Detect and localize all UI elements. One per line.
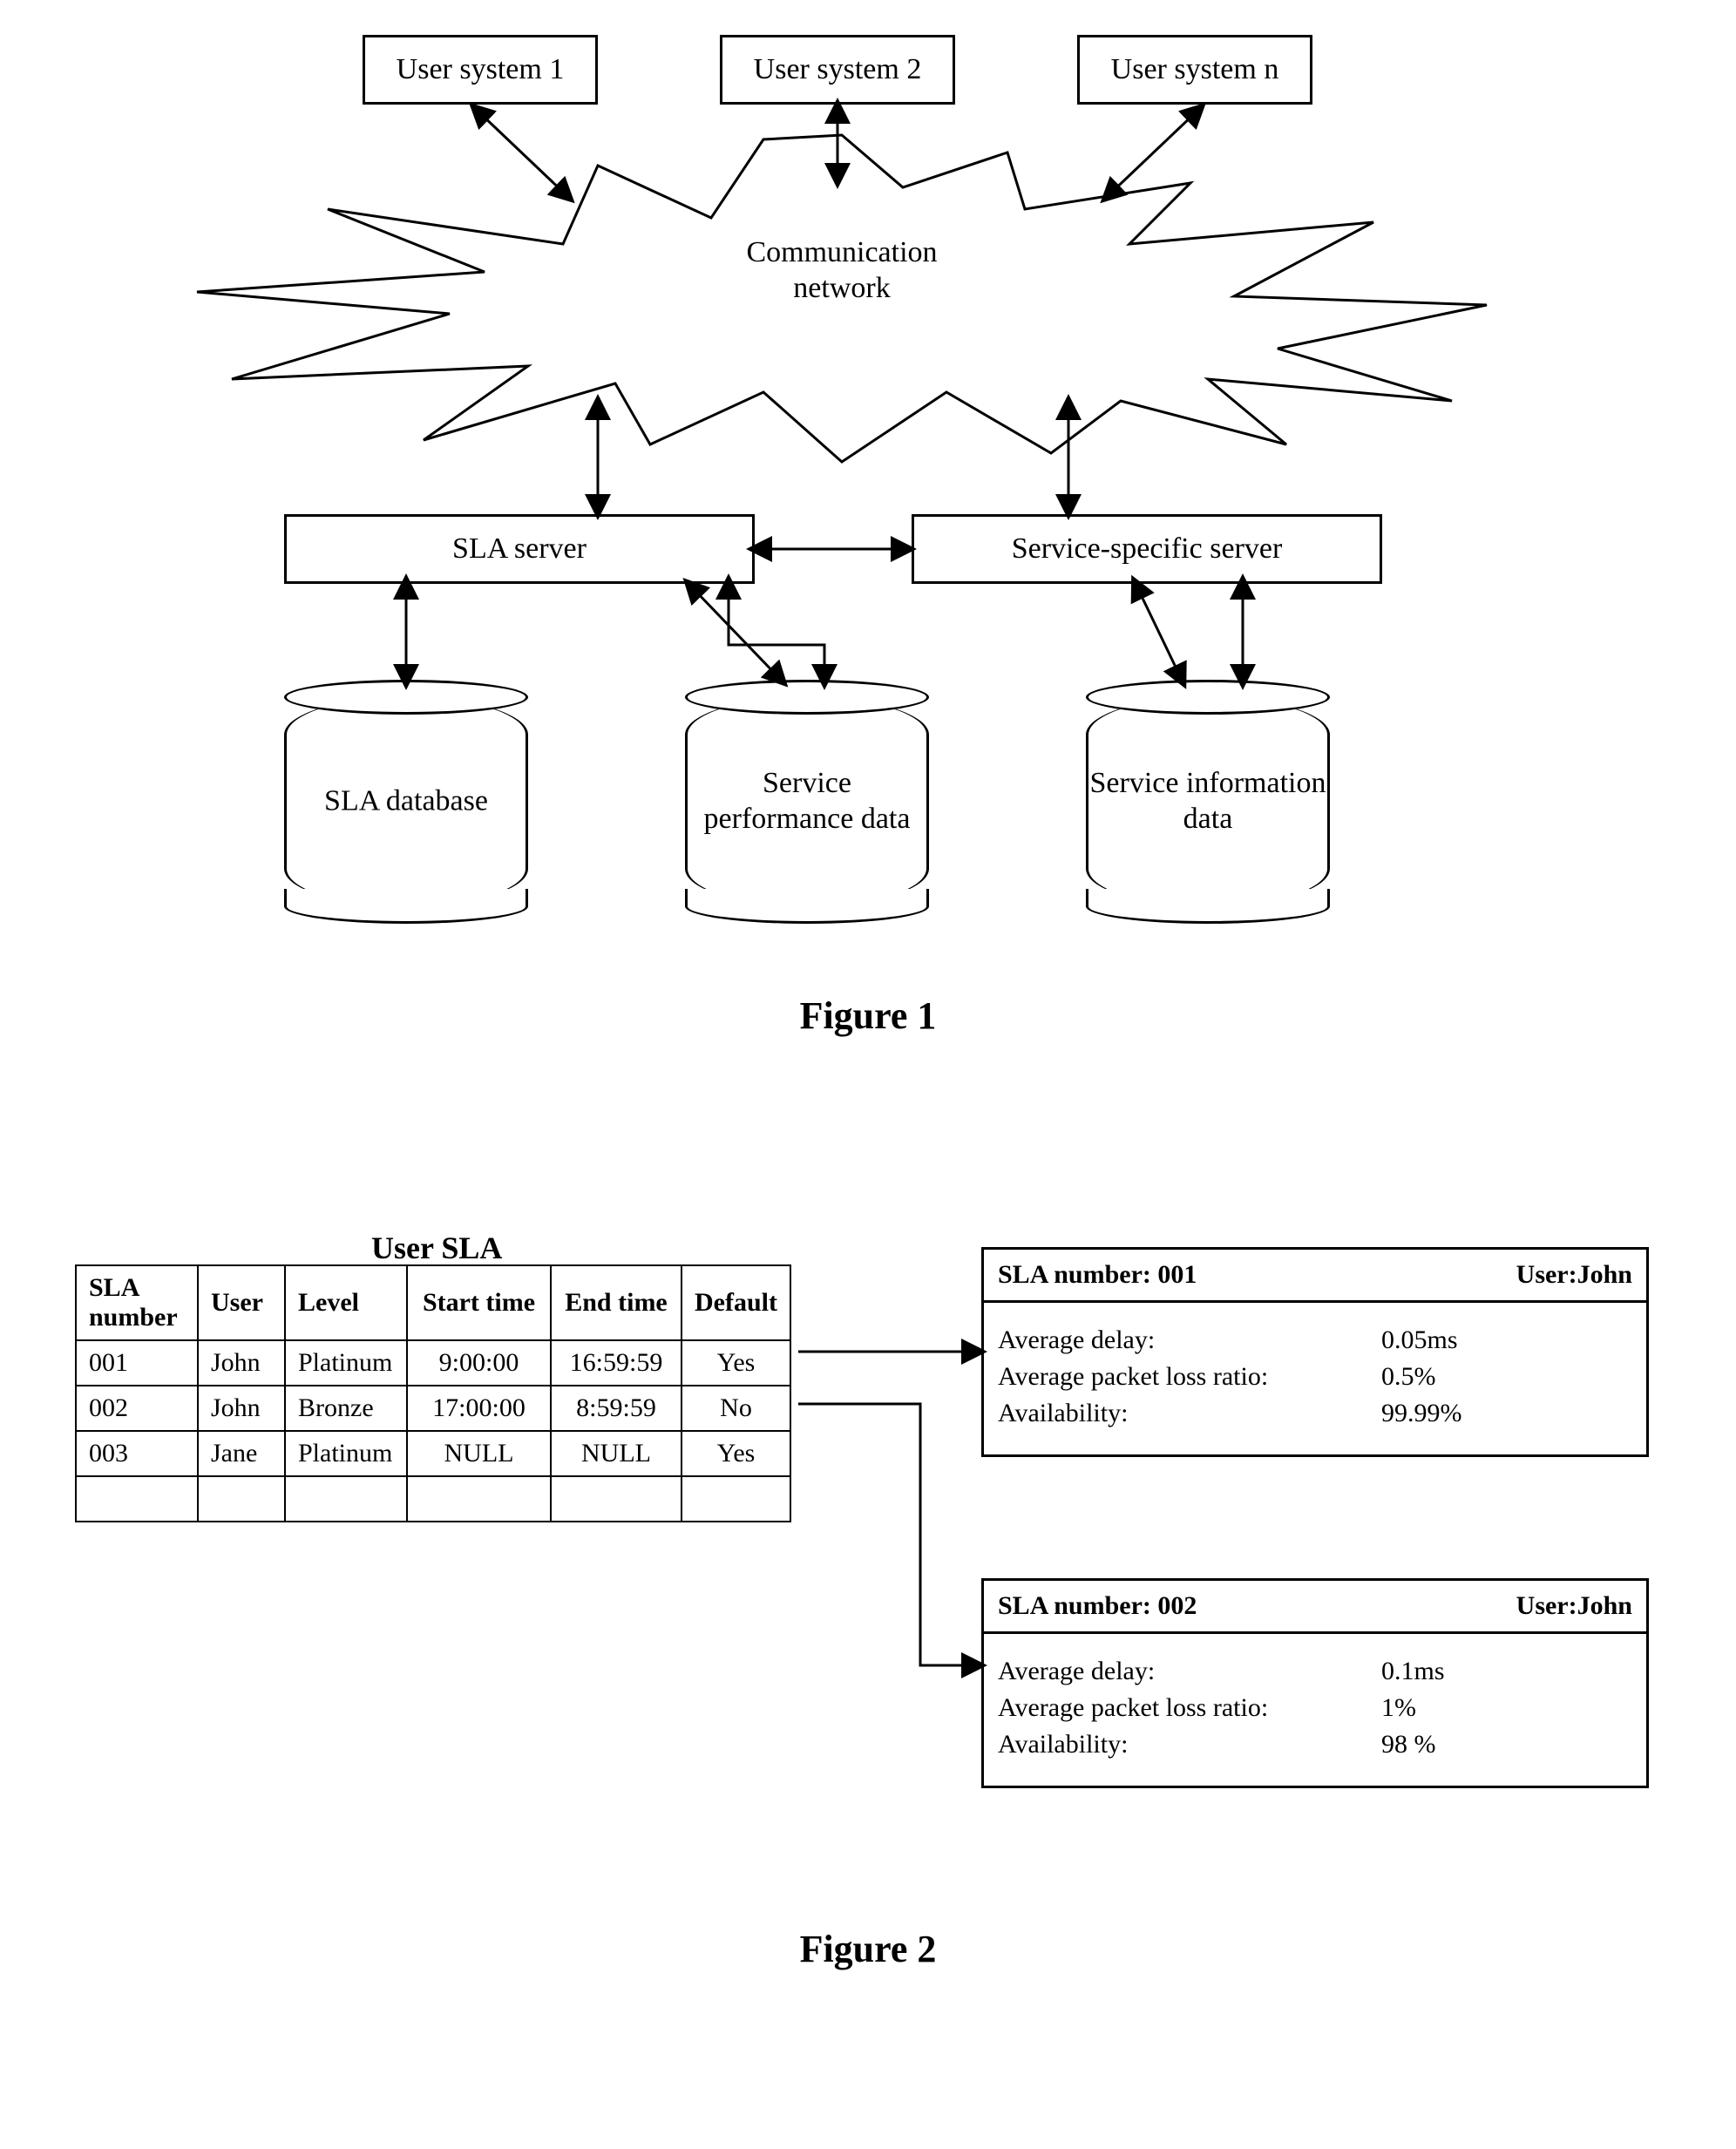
figure-1: User system 1 User system 2 User system … bbox=[40, 35, 1696, 959]
col-level: Level bbox=[285, 1265, 407, 1340]
value: 0.1ms bbox=[1381, 1657, 1445, 1686]
user-system-1-box: User system 1 bbox=[363, 35, 598, 105]
detail-header-right: User:John bbox=[1516, 1591, 1632, 1621]
col-start: Start time bbox=[407, 1265, 551, 1340]
col-sla-number: SLA number bbox=[76, 1265, 198, 1340]
sla-database-cylinder: SLA database bbox=[284, 697, 528, 906]
figure-2: User SLA SLA number User Level Start tim… bbox=[40, 1230, 1696, 1996]
col-default: Default bbox=[682, 1265, 790, 1340]
label: Availability: bbox=[998, 1730, 1381, 1759]
value: 98 % bbox=[1381, 1730, 1436, 1759]
table-row: 002 John Bronze 17:00:00 8:59:59 No bbox=[76, 1386, 790, 1431]
figure1-caption: Figure 1 bbox=[40, 993, 1696, 1038]
label: User system 1 bbox=[397, 52, 565, 88]
label: SLA server bbox=[452, 532, 587, 567]
table-row-empty bbox=[76, 1476, 790, 1522]
user-system-2-box: User system 2 bbox=[720, 35, 955, 105]
detail-header-left: SLA number: 002 bbox=[998, 1591, 1197, 1621]
sla-detail-002: SLA number: 002 User:John Average delay:… bbox=[981, 1578, 1649, 1788]
value: 0.5% bbox=[1381, 1362, 1436, 1392]
table-header-row: SLA number User Level Start time End tim… bbox=[76, 1265, 790, 1340]
value: 0.05ms bbox=[1381, 1325, 1458, 1355]
label: Availability: bbox=[998, 1399, 1381, 1428]
service-performance-cylinder: Service performance data bbox=[685, 697, 929, 906]
detail-header-left: SLA number: 001 bbox=[998, 1260, 1197, 1290]
col-user: User bbox=[198, 1265, 285, 1340]
label: Average delay: bbox=[998, 1325, 1381, 1355]
sla-server-box: SLA server bbox=[284, 514, 755, 584]
table-row: 003 Jane Platinum NULL NULL Yes bbox=[76, 1431, 790, 1476]
label: Service-specific server bbox=[1012, 532, 1283, 567]
service-server-box: Service-specific server bbox=[912, 514, 1382, 584]
figure2-caption: Figure 2 bbox=[40, 1927, 1696, 1971]
user-system-n-box: User system n bbox=[1077, 35, 1312, 105]
label: Service information data bbox=[1086, 766, 1330, 837]
user-sla-title: User SLA bbox=[371, 1230, 502, 1266]
label: Service performance data bbox=[685, 766, 929, 837]
col-end: End time bbox=[551, 1265, 682, 1340]
label: User system 2 bbox=[754, 52, 922, 88]
label: SLA database bbox=[284, 784, 528, 820]
value: 99.99% bbox=[1381, 1399, 1462, 1428]
value: 1% bbox=[1381, 1693, 1416, 1723]
detail-header-right: User:John bbox=[1516, 1260, 1632, 1290]
label: Average packet loss ratio: bbox=[998, 1693, 1381, 1723]
sla-detail-001: SLA number: 001 User:John Average delay:… bbox=[981, 1247, 1649, 1457]
network-label: Communication network bbox=[702, 235, 981, 307]
label: Average packet loss ratio: bbox=[998, 1362, 1381, 1392]
service-information-cylinder: Service information data bbox=[1086, 697, 1330, 906]
label: Average delay: bbox=[998, 1657, 1381, 1686]
label: User system n bbox=[1111, 52, 1279, 88]
table-row: 001 John Platinum 9:00:00 16:59:59 Yes bbox=[76, 1340, 790, 1386]
user-sla-table: SLA number User Level Start time End tim… bbox=[75, 1264, 791, 1522]
